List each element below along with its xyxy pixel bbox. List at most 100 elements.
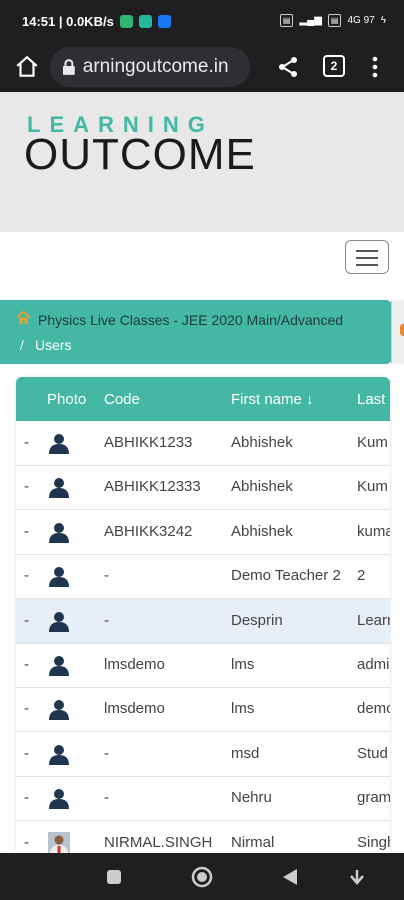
- side-drawer-tab[interactable]: [391, 300, 404, 364]
- drawer-handle-icon: [400, 324, 404, 336]
- navbar: [0, 232, 404, 284]
- table-row[interactable]: - ABHIKK3242 Abhishek kuma: [16, 510, 390, 555]
- row-first-name: lms: [231, 656, 255, 673]
- user-avatar-icon: [49, 522, 69, 543]
- url-text: arningoutcome.in: [82, 56, 229, 77]
- row-last-name: 2: [357, 567, 366, 585]
- network-label: 4G 97: [347, 15, 375, 26]
- nav-toggle-button[interactable]: [345, 240, 389, 274]
- row-code: -: [104, 567, 109, 585]
- table-row[interactable]: - ABHIKK12333 Abhishek Kum: [16, 465, 390, 511]
- user-avatar-icon: [49, 744, 69, 765]
- row-code: ABHIKK3242: [104, 522, 193, 540]
- table-row[interactable]: - - Desprin Learn: [16, 598, 390, 644]
- more-menu-icon[interactable]: [368, 55, 382, 79]
- table-row[interactable]: - - Nehru gram: [16, 776, 390, 822]
- row-last-name: Singh: [357, 833, 390, 851]
- row-last-name: Kum: [357, 478, 388, 496]
- table-header: Photo Code First name ↓ Last: [16, 377, 390, 421]
- url-bar[interactable]: arningoutcome.in: [50, 47, 250, 87]
- status-time: 14:51 | 0.0KB/s: [22, 14, 114, 29]
- row-dash: -: [24, 434, 29, 451]
- row-dash: -: [24, 744, 29, 762]
- row-code: -: [104, 789, 109, 807]
- breadcrumb-separator: /: [20, 337, 24, 353]
- facebook-icon: [157, 15, 171, 28]
- row-dash: -: [24, 833, 29, 851]
- charging-icon: ϟ: [380, 15, 386, 26]
- row-code: -: [104, 744, 109, 762]
- row-dash: -: [24, 656, 29, 673]
- row-dash: -: [24, 522, 29, 540]
- whatsapp-icon: [119, 15, 133, 28]
- user-avatar-icon: [49, 611, 69, 632]
- header-first-name[interactable]: First name ↓: [231, 391, 314, 408]
- system-nav-bar: [0, 853, 404, 900]
- table-row[interactable]: - - Demo Teacher 2 2: [16, 554, 390, 600]
- row-first-name: Abhishek: [231, 478, 293, 496]
- breadcrumb-course-link[interactable]: Physics Live Classes - JEE 2020 Main/Adv…: [38, 312, 343, 328]
- breadcrumb-current: Users: [35, 337, 72, 353]
- keyboard-hide-icon[interactable]: [350, 869, 364, 885]
- table-row[interactable]: - lmsdemo lms admi: [16, 643, 390, 688]
- user-avatar-icon: [49, 700, 69, 721]
- row-code: ABHIKK12333: [104, 478, 201, 496]
- row-first-name: Abhishek: [231, 434, 293, 451]
- row-last-name: Kum: [357, 434, 388, 451]
- user-avatar-icon: [49, 434, 69, 454]
- app-notification-icon: [138, 15, 152, 28]
- row-last-name: kuma: [357, 522, 390, 540]
- home-icon[interactable]: [14, 54, 40, 80]
- logo-outcome: OUTCOME: [24, 130, 256, 179]
- row-first-name: Demo Teacher 2: [231, 567, 341, 585]
- row-code: ABHIKK1233: [104, 434, 193, 451]
- lock-icon: [62, 59, 75, 75]
- table-row[interactable]: -lmsdemolmsdemo: [16, 687, 390, 733]
- row-dash: -: [24, 611, 29, 629]
- table-row[interactable]: - - msd Stud: [16, 732, 390, 777]
- row-first-name: msd: [231, 744, 260, 762]
- header-photo: Photo: [47, 391, 87, 408]
- status-right: ▤ ▂▄▆ ▤ 4G 97 ϟ: [279, 14, 386, 27]
- row-first-name: Desprin: [231, 611, 283, 629]
- row-last-name: Learn: [357, 611, 390, 629]
- user-avatar-icon: [49, 567, 69, 588]
- row-first-name: Abhishek: [231, 522, 293, 540]
- row-first-name: Nirmal: [231, 833, 275, 851]
- user-avatar-icon: [49, 789, 69, 810]
- signal-icon: ▂▄▆: [299, 15, 322, 26]
- share-icon[interactable]: [276, 55, 300, 79]
- header-code[interactable]: Code: [104, 391, 140, 408]
- home-icon[interactable]: [16, 311, 31, 325]
- data-icon: ▤: [279, 14, 294, 27]
- row-dash: -: [24, 700, 29, 718]
- row-last-name: demo: [357, 700, 390, 718]
- row-code: NIRMAL.SINGH: [104, 833, 213, 851]
- status-bar: 14:51 | 0.0KB/s ▤ ▂▄▆ ▤ 4G 97 ϟ: [0, 0, 404, 42]
- site-header: LEARNING OUTCOME: [0, 92, 404, 232]
- row-last-name: admi: [357, 656, 390, 673]
- row-last-name: Stud: [357, 744, 388, 762]
- row-code: lmsdemo: [104, 656, 165, 673]
- breadcrumb: Physics Live Classes - JEE 2020 Main/Adv…: [0, 300, 392, 364]
- row-dash: -: [24, 478, 29, 496]
- table-row[interactable]: - NIRMAL.SINGH Nirmal Singh: [16, 821, 390, 853]
- table-row[interactable]: - ABHIKK1233 Abhishek Kum: [16, 421, 390, 466]
- status-left: 14:51 | 0.0KB/s: [22, 14, 171, 29]
- row-first-name: lms: [231, 700, 255, 718]
- tab-switcher-button[interactable]: 2: [323, 55, 345, 77]
- recents-icon[interactable]: [106, 869, 122, 885]
- back-icon[interactable]: [282, 868, 298, 886]
- home-nav-icon[interactable]: [191, 866, 213, 888]
- user-photo: [48, 831, 70, 853]
- row-last-name: gram: [357, 789, 390, 807]
- user-avatar-icon: [49, 478, 69, 499]
- row-code: lmsdemo: [104, 700, 165, 718]
- row-code: -: [104, 611, 109, 629]
- data-icon-2: ▤: [327, 14, 342, 27]
- header-last-name[interactable]: Last: [357, 391, 385, 408]
- browser-toolbar: arningoutcome.in 2: [0, 42, 404, 92]
- users-table: Photo Code First name ↓ Last - ABHIKK1233…: [16, 377, 390, 853]
- row-first-name: Nehru: [231, 789, 272, 807]
- row-dash: -: [24, 567, 29, 585]
